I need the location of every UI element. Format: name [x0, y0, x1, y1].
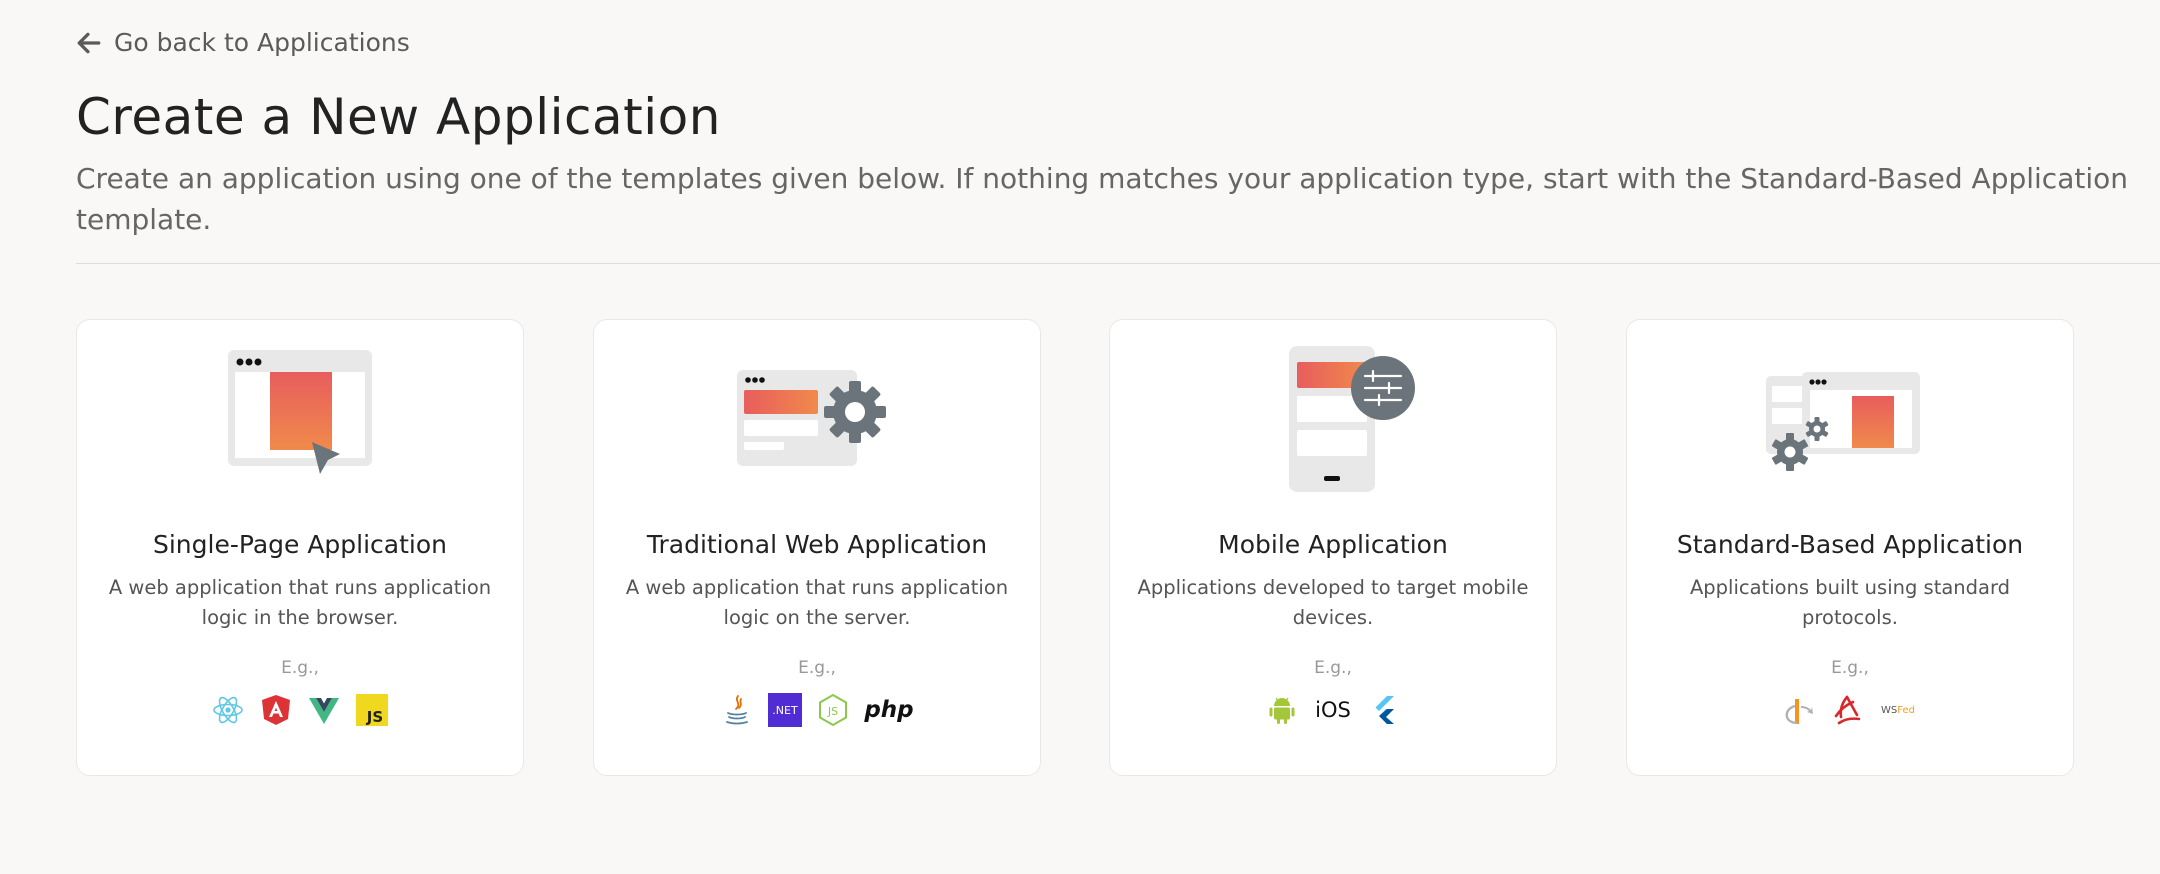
nodejs-icon: JS: [816, 693, 850, 727]
example-label: E.g.,: [1831, 658, 1869, 678]
template-card-mobile[interactable]: Mobile Application Applications develope…: [1109, 319, 1557, 776]
tech-icons: JS: [77, 690, 523, 730]
card-description: A web application that runs application …: [108, 576, 492, 629]
card-title: Traditional Web Application: [646, 530, 988, 559]
card-title: Mobile Application: [1218, 530, 1448, 559]
card-title: Single-Page Application: [152, 530, 448, 559]
card-title: Standard-Based Application: [1676, 530, 2024, 559]
page-title: Create a New Application: [76, 88, 721, 146]
android-icon: [1265, 693, 1299, 727]
react-icon: [211, 693, 245, 727]
flutter-icon: [1367, 693, 1401, 727]
arrow-left-icon: [77, 32, 101, 53]
card-description: Applications built using standard protoc…: [1689, 576, 2011, 629]
mobile-illustration: [1110, 342, 1556, 502]
tech-icons: WSFed: [1627, 690, 2073, 730]
example-label: E.g.,: [281, 658, 319, 678]
svg-text:JS: JS: [366, 708, 383, 726]
tech-icons: iOS: [1110, 690, 1556, 730]
back-to-applications-link[interactable]: Go back to Applications: [76, 28, 410, 57]
example-label: E.g.,: [1314, 658, 1352, 678]
openid-icon: [1782, 693, 1816, 727]
divider: [76, 263, 2160, 264]
template-card-traditional-web[interactable]: Traditional Web Application A web applic…: [593, 319, 1041, 776]
javascript-icon: JS: [355, 693, 389, 727]
page-description: Create an application using one of the t…: [76, 162, 2128, 236]
dotnet-icon: .NET: [768, 693, 802, 727]
java-icon: [720, 693, 754, 727]
standard-based-illustration: [1627, 342, 2073, 502]
traditional-web-illustration: [594, 342, 1040, 502]
tech-icons: .NET JS php: [594, 690, 1040, 730]
saml-icon: [1830, 693, 1864, 727]
spa-illustration: [77, 342, 523, 502]
php-icon: php: [864, 697, 914, 723]
wsfed-icon: WSFed: [1881, 704, 1915, 716]
card-description: A web application that runs application …: [625, 576, 1009, 629]
template-card-standard-based[interactable]: Standard-Based Application Applications …: [1626, 319, 2074, 776]
angular-icon: [259, 693, 293, 727]
svg-text:JS: JS: [827, 705, 838, 718]
back-link-label: Go back to Applications: [114, 28, 410, 57]
example-label: E.g.,: [798, 658, 836, 678]
vue-icon: [307, 693, 341, 727]
template-card-single-page[interactable]: Single-Page Application A web applicatio…: [76, 319, 524, 776]
ios-icon: iOS: [1315, 698, 1351, 722]
card-description: Applications developed to target mobile …: [1137, 576, 1529, 629]
